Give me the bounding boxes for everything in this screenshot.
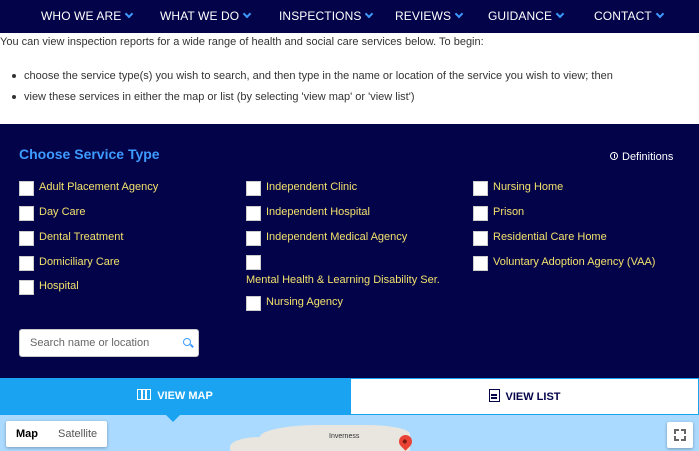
top-navigation: WHO WE ARE WHAT WE DO INSPECTIONS REVIEW…	[0, 0, 699, 33]
nav-reviews[interactable]: REVIEWS	[395, 0, 464, 33]
intro-section: You can view inspection reports for a wi…	[0, 33, 699, 124]
map-icon	[137, 389, 152, 400]
intro-text: You can view inspection reports for a wi…	[0, 36, 484, 48]
chevron-down-icon	[454, 9, 464, 19]
chevron-down-icon	[655, 9, 665, 19]
map-type-control: Map Satellite	[6, 421, 108, 447]
chevron-down-icon	[242, 9, 252, 19]
nav-who-we-are[interactable]: WHO WE ARE	[41, 0, 134, 33]
view-list-tab[interactable]: VIEW LIST	[350, 378, 699, 415]
service-checkbox[interactable]	[246, 255, 261, 270]
service-checkbox[interactable]	[246, 206, 261, 221]
service-checkbox[interactable]	[473, 206, 488, 221]
active-tab-pointer	[165, 414, 181, 422]
chevron-down-icon	[365, 9, 374, 19]
map-view[interactable]: Map Satellite Inverness	[0, 415, 699, 451]
search-box	[19, 329, 199, 357]
info-icon	[610, 152, 618, 160]
fullscreen-button[interactable]	[667, 422, 693, 448]
service-checkbox[interactable]	[246, 181, 261, 196]
service-checkbox[interactable]	[19, 206, 34, 221]
search-input[interactable]	[20, 330, 175, 356]
chevron-down-icon	[555, 9, 565, 19]
nav-guidance[interactable]: GUIDANCE	[488, 0, 565, 33]
service-checkbox[interactable]	[473, 231, 488, 246]
panel-title: Choose Service Type	[19, 146, 160, 162]
intro-bullet: choose the service type(s) you wish to s…	[12, 70, 613, 82]
nav-inspections[interactable]: INSPECTIONS	[279, 0, 374, 33]
intro-bullet: view these services in either the map or…	[12, 91, 414, 103]
service-checkbox[interactable]	[19, 256, 34, 271]
service-checkbox[interactable]	[473, 181, 488, 196]
map-type-map-button[interactable]: Map	[6, 421, 48, 447]
fullscreen-icon	[674, 429, 679, 434]
map-type-satellite-button[interactable]: Satellite	[48, 421, 107, 447]
map-city-label: Inverness	[329, 433, 360, 440]
view-map-tab[interactable]: VIEW MAP	[0, 378, 350, 415]
search-icon[interactable]	[183, 338, 191, 346]
service-checkbox[interactable]	[19, 280, 34, 295]
definitions-link[interactable]: Definitions	[610, 151, 673, 163]
chevron-down-icon	[125, 9, 134, 19]
service-checkbox[interactable]	[473, 256, 488, 271]
service-checkbox[interactable]	[19, 181, 34, 196]
nav-what-we-do[interactable]: WHAT WE DO	[160, 0, 252, 33]
service-type-panel: Choose Service Type Definitions Adult Pl…	[0, 124, 699, 378]
document-icon	[488, 389, 500, 402]
map-land	[230, 437, 290, 451]
service-checkbox[interactable]	[246, 296, 261, 311]
service-checkbox[interactable]	[19, 231, 34, 246]
nav-contact[interactable]: CONTACT	[594, 0, 665, 33]
service-checkbox[interactable]	[246, 231, 261, 246]
